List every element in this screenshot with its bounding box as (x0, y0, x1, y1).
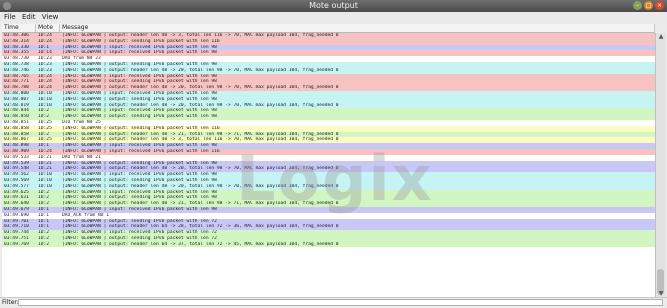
column-header-time[interactable]: Time (2, 24, 36, 32)
column-header-mote[interactable]: Mote (36, 24, 60, 32)
minimize-icon[interactable]: – (633, 1, 642, 10)
table-header: Time Mote Message (2, 24, 655, 33)
window-menu-icon[interactable] (3, 2, 11, 10)
column-header-message[interactable]: Message (60, 24, 655, 32)
filter-bar: Filter: (0, 297, 667, 308)
log-table[interactable]: 03:48.306 ID:24 [INFO: 6LoWPAN ] output: h… (2, 33, 655, 297)
mote-output-window: Mote output – □ × File Edit View Time Mo… (0, 0, 667, 308)
scroll-down-icon[interactable]: ▼ (656, 290, 666, 297)
vertical-scrollbar[interactable]: ▲ ▼ (655, 33, 666, 297)
table-row[interactable]: 03:49.769 ID:2 [INFO: 6LoWPAN ] output: he… (2, 241, 655, 248)
filter-input[interactable] (18, 299, 663, 306)
title-bar[interactable]: Mote output – □ × (0, 0, 667, 12)
menu-bar: File Edit View (0, 12, 667, 23)
menu-edit[interactable]: Edit (22, 12, 36, 23)
close-icon[interactable]: × (655, 1, 664, 10)
filter-label: Filter: (2, 299, 19, 306)
row-mote: ID:2 (38, 241, 50, 247)
row-message: [INFO: 6LoWPAN ] output: header len 64 -… (62, 241, 339, 247)
menu-file[interactable]: File (4, 12, 16, 23)
maximize-icon[interactable]: □ (644, 1, 653, 10)
row-time: 03:49.769 (4, 241, 29, 247)
scroll-up-icon[interactable]: ▲ (656, 33, 666, 40)
window-controls: – □ × (633, 1, 664, 10)
menu-view[interactable]: View (42, 12, 59, 23)
window-title: Mote output (309, 1, 358, 10)
